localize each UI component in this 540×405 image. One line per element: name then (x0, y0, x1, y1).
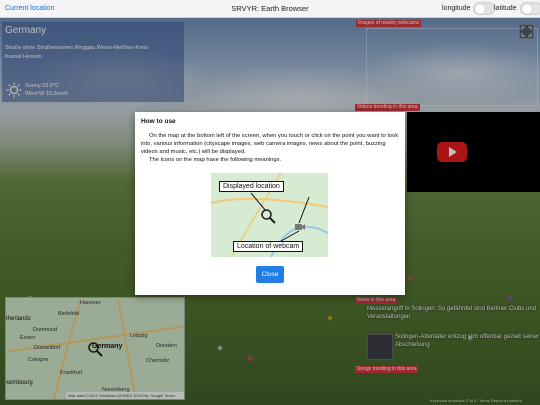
longitude-label: longitude (442, 5, 471, 12)
dialog-icons-intro: The icons on the map have the following … (149, 157, 282, 164)
how-to-use-dialog: How to use On the map at the bottom left… (135, 112, 405, 295)
latitude-toggle[interactable] (519, 2, 540, 15)
legend-displayed-location: Displayed location (219, 181, 284, 192)
close-button[interactable]: Close (256, 266, 284, 283)
top-bar: Current location SRVYR: Earth Browser lo… (0, 0, 540, 18)
latitude-label: latitude (494, 5, 517, 12)
dialog-title: How to use (141, 118, 176, 125)
latitude-toggle-group: latitude (494, 2, 540, 15)
longitude-toggle[interactable] (473, 2, 496, 15)
legend-illustration: Displayed location Location of webcam (211, 173, 328, 257)
dialog-body: On the map at the bottom left of the scr… (141, 133, 399, 156)
magnifier-icon (261, 209, 276, 224)
webcam-icon (295, 224, 305, 230)
longitude-toggle-group: longitude (442, 2, 496, 15)
legend-webcam-location: Location of webcam (233, 241, 304, 252)
